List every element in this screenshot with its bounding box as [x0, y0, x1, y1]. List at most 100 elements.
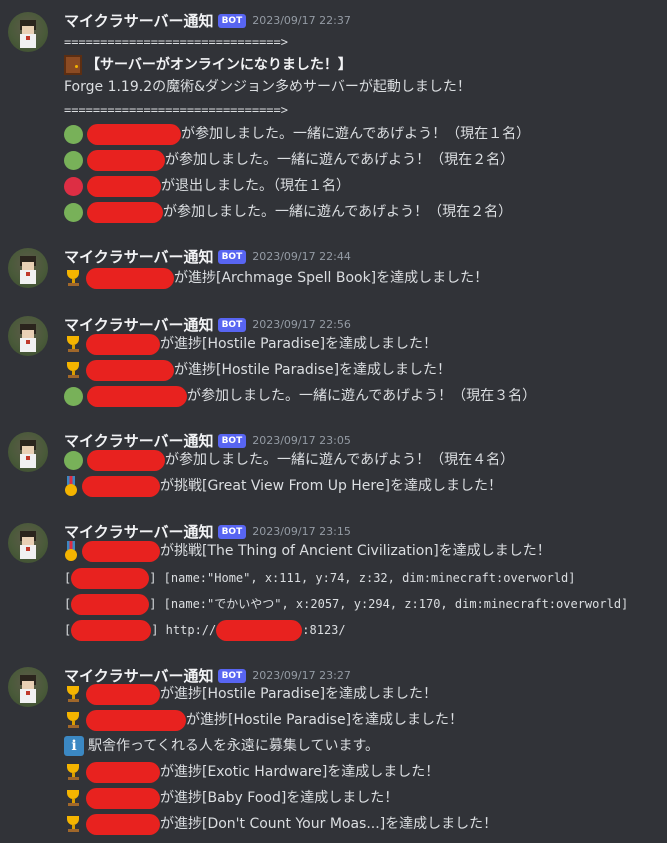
- redacted-name: [86, 359, 174, 381]
- redacted-name: [86, 683, 160, 705]
- redacted-name: [86, 333, 160, 355]
- message-line: が進捗[Baby Food]を達成しました！: [64, 785, 398, 811]
- message-text: 駅舎作ってくれる人を永遠に募集しています。: [88, 738, 380, 754]
- online-title: 【サーバーがオンラインになりました！】: [86, 57, 352, 73]
- redacted-name: [86, 267, 174, 289]
- bot-avatar[interactable]: [8, 432, 48, 472]
- message-line: が参加しました。一緒に遊んであげよう！（現在４名）: [64, 447, 514, 473]
- trophy-icon: [64, 335, 82, 353]
- green-circle-icon: [64, 450, 83, 470]
- bracket-text: [: [64, 571, 72, 585]
- message-timestamp[interactable]: 2023/09/17 22:44: [252, 250, 351, 263]
- message-header: マイクラサーバー通知 BOT 2023/09/17 22:37: [64, 10, 351, 32]
- redacted-name: [71, 568, 150, 589]
- bot-avatar[interactable]: [8, 667, 48, 707]
- trophy-icon: [64, 711, 82, 729]
- message-text: が進捗[Archmage Spell Book]を達成しました！: [174, 270, 489, 286]
- trophy-icon: [64, 763, 82, 781]
- waypoint-line: [ ] [name:"でかいやつ", x:2057, y:294, z:170, …: [64, 591, 628, 617]
- message-timestamp[interactable]: 2023/09/17 22:56: [252, 318, 351, 331]
- message-line: が退出しました。（現在１名）: [64, 173, 350, 199]
- bot-avatar[interactable]: [8, 523, 48, 563]
- map-link-line[interactable]: [ ] http:// :8123/: [64, 617, 346, 643]
- redacted-name: [86, 709, 186, 731]
- message-text: が進捗[Don't Count Your Moas...]を達成しました！: [160, 816, 498, 832]
- message-text: が進捗[Baby Food]を達成しました！: [160, 790, 399, 806]
- bracket-text: [: [64, 597, 72, 611]
- trophy-icon: [64, 269, 82, 287]
- chat-log: マイクラサーバー通知 BOT 2023/09/17 22:37 ==========…: [0, 0, 667, 843]
- redacted-name: [82, 475, 160, 497]
- bracket-text: [: [64, 623, 72, 637]
- bot-avatar[interactable]: [8, 316, 48, 356]
- bot-username[interactable]: マイクラサーバー通知: [64, 12, 214, 30]
- green-circle-icon: [64, 202, 83, 222]
- message-text: が退出しました。（現在１名）: [161, 178, 350, 194]
- message-text: が進捗[Hostile Paradise]を達成しました！: [174, 362, 452, 378]
- redacted-name: [87, 175, 161, 197]
- trophy-icon: [64, 361, 82, 379]
- redacted-name: [82, 540, 160, 562]
- message-text: が挑戦[Great View From Up Here]を達成しました！: [160, 478, 502, 494]
- message-text: が挑戦[The Thing of Ancient Civilization]を達…: [160, 543, 551, 559]
- message-text: が進捗[Hostile Paradise]を達成しました！: [160, 336, 438, 352]
- message-line: が進捗[Don't Count Your Moas...]を達成しました！: [64, 811, 497, 837]
- redacted-name: [86, 761, 160, 783]
- redacted-name: [86, 787, 160, 809]
- message-text: が参加しました。一緒に遊んであげよう！（現在３名）: [187, 388, 537, 404]
- separator-line: ==============================>: [64, 35, 288, 49]
- red-circle-icon: [64, 176, 83, 196]
- bot-badge: BOT: [217, 317, 247, 332]
- message-line: が進捗[Hostile Paradise]を達成しました！: [64, 357, 451, 383]
- waypoint-line: [ ] [name:"Home", x:111, y:74, z:32, dim:…: [64, 565, 576, 591]
- message-line: が進捗[Hostile Paradise]を達成しました！: [64, 681, 437, 707]
- message-line: Forge 1.19.2の魔術&ダンジョン多めサーバーが起動しました！: [64, 79, 471, 95]
- redacted-name: [87, 123, 181, 145]
- bot-avatar[interactable]: [8, 12, 48, 52]
- message-line: が挑戦[The Thing of Ancient Civilization]を達…: [64, 538, 551, 564]
- redacted-name: [87, 385, 187, 407]
- trophy-icon: [64, 685, 82, 703]
- message-line: が進捗[Archmage Spell Book]を達成しました！: [64, 265, 488, 291]
- message-timestamp[interactable]: 2023/09/17 23:05: [252, 434, 351, 447]
- trophy-icon: [64, 815, 82, 833]
- message-timestamp[interactable]: 2023/09/17 23:15: [252, 525, 351, 538]
- medal-icon: [64, 541, 78, 561]
- message-line: が参加しました。一緒に遊んであげよう！（現在２名）: [64, 147, 514, 173]
- green-circle-icon: [64, 150, 83, 170]
- waypoint-text: ] [name:"Home", x:111, y:74, z:32, dim:m…: [149, 571, 576, 585]
- message-timestamp[interactable]: 2023/09/17 22:37: [252, 14, 351, 27]
- message-line: が進捗[Hostile Paradise]を達成しました！: [64, 331, 437, 357]
- green-circle-icon: [64, 124, 83, 144]
- medal-icon: [64, 476, 78, 496]
- door-icon: [64, 55, 82, 75]
- green-circle-icon: [64, 386, 83, 406]
- message-text: が参加しました。一緒に遊んであげよう！（現在１名）: [181, 126, 531, 142]
- bot-badge: BOT: [217, 433, 247, 448]
- link-text[interactable]: ] http://: [151, 623, 216, 637]
- waypoint-text: ] [name:"でかいやつ", x:2057, y:294, z:170, d…: [149, 597, 629, 611]
- bot-badge: BOT: [217, 13, 247, 28]
- bot-username[interactable]: マイクラサーバー通知: [64, 248, 214, 266]
- message-text: が参加しました。一緒に遊んであげよう！（現在２名）: [165, 152, 515, 168]
- redacted-name: [71, 594, 150, 615]
- message-line: i 駅舎作ってくれる人を永遠に募集しています。: [64, 733, 379, 759]
- redacted-name: [87, 449, 165, 471]
- redacted-name: [87, 201, 163, 223]
- link-port[interactable]: :8123/: [302, 623, 345, 637]
- message-text: が進捗[Hostile Paradise]を達成しました！: [186, 712, 464, 728]
- message-line: が進捗[Hostile Paradise]を達成しました！: [64, 707, 463, 733]
- message-line: が参加しました。一緒に遊んであげよう！（現在２名）: [64, 199, 512, 225]
- trophy-icon: [64, 789, 82, 807]
- message-line: が参加しました。一緒に遊んであげよう！（現在１名）: [64, 121, 530, 147]
- message-text: が進捗[Hostile Paradise]を達成しました！: [160, 686, 438, 702]
- message-text: が参加しました。一緒に遊んであげよう！（現在４名）: [165, 452, 515, 468]
- bot-badge: BOT: [217, 249, 247, 264]
- bot-avatar[interactable]: [8, 248, 48, 288]
- info-icon: i: [64, 736, 84, 756]
- message-line: が挑戦[Great View From Up Here]を達成しました！: [64, 473, 502, 499]
- redacted-name: [86, 813, 160, 835]
- redacted-host: [216, 620, 303, 641]
- redacted-name: [87, 149, 165, 171]
- message-line: が進捗[Exotic Hardware]を達成しました！: [64, 759, 439, 785]
